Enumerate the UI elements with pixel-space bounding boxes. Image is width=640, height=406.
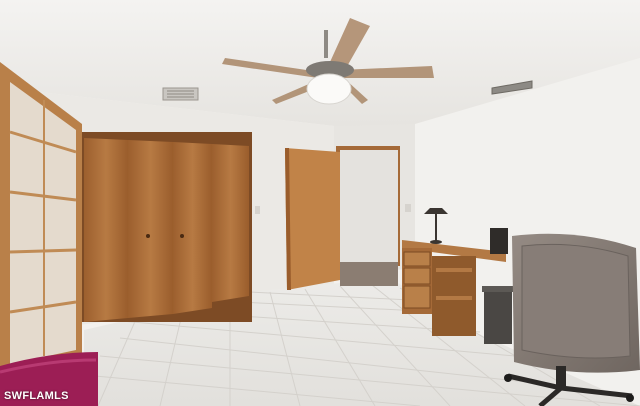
bedroom-photo: SWFLAMLS: [0, 0, 640, 406]
closet-bifold-doors[interactable]: [82, 132, 252, 322]
wall-outlet: [405, 204, 411, 212]
open-bedroom-door[interactable]: [285, 148, 340, 290]
trash-bin: [482, 286, 514, 344]
ceiling-vent-left: [162, 87, 199, 101]
watermark-label: SWFLAMLS: [4, 390, 69, 402]
light-switch[interactable]: [255, 206, 260, 214]
computer-tower: [490, 228, 508, 254]
room-illustration: [0, 0, 640, 406]
doorway: [336, 146, 400, 286]
